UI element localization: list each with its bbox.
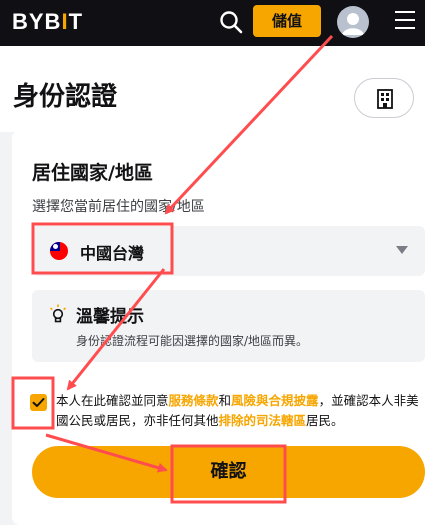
menu-icon[interactable] [395, 11, 415, 33]
top-nav-bar: BYBIT 儲值 [0, 0, 425, 46]
search-icon[interactable] [218, 9, 244, 35]
consent-checkbox[interactable] [30, 394, 47, 411]
confirm-button[interactable]: 確認 [32, 446, 425, 498]
avatar[interactable] [337, 6, 369, 38]
residence-title: 居住國家/地區 [32, 162, 153, 184]
tip-box: 溫馨提示 身份認證流程可能因選擇的國家/地區而異。 [32, 290, 425, 362]
lightbulb-icon [48, 304, 68, 324]
logo-text-end: T [68, 9, 84, 34]
bybit-logo[interactable]: BYBIT [12, 9, 83, 35]
logo-text-accent: I [61, 9, 69, 34]
selected-country: 中國台灣 [80, 244, 145, 263]
chevron-down-icon [396, 246, 408, 254]
consent-text-part: 和 [218, 393, 232, 408]
taiwan-flag-icon [50, 242, 68, 260]
page-title: 身份認證 [13, 82, 118, 112]
checkmark-icon [32, 398, 45, 407]
deposit-button[interactable]: 儲值 [253, 5, 321, 37]
excluded-jurisdictions-link[interactable]: 排除的司法轄區 [219, 413, 307, 428]
logo-text-main: BYB [12, 9, 62, 34]
tip-title: 溫馨提示 [76, 307, 144, 327]
terms-of-service-link[interactable]: 服務條款 [169, 393, 219, 408]
consent-text-part: 居民。 [306, 413, 344, 428]
consent-text: 本人在此確認並同意服務條款和風險與合規披露，並確認本人非美國公民或居民，亦非任何… [56, 391, 425, 431]
page-header: 身份認證 [0, 46, 425, 132]
consent-text-part: 本人在此確認並同意 [56, 393, 169, 408]
residence-subtitle: 選擇您當前居住的國家/地區 [32, 199, 205, 215]
building-icon[interactable] [354, 78, 414, 118]
country-select[interactable]: 中國台灣 [32, 226, 425, 276]
tip-body: 身份認證流程可能因選擇的國家/地區而異。 [76, 334, 309, 348]
risk-disclosure-link[interactable]: 風險與合規披露 [231, 393, 319, 408]
